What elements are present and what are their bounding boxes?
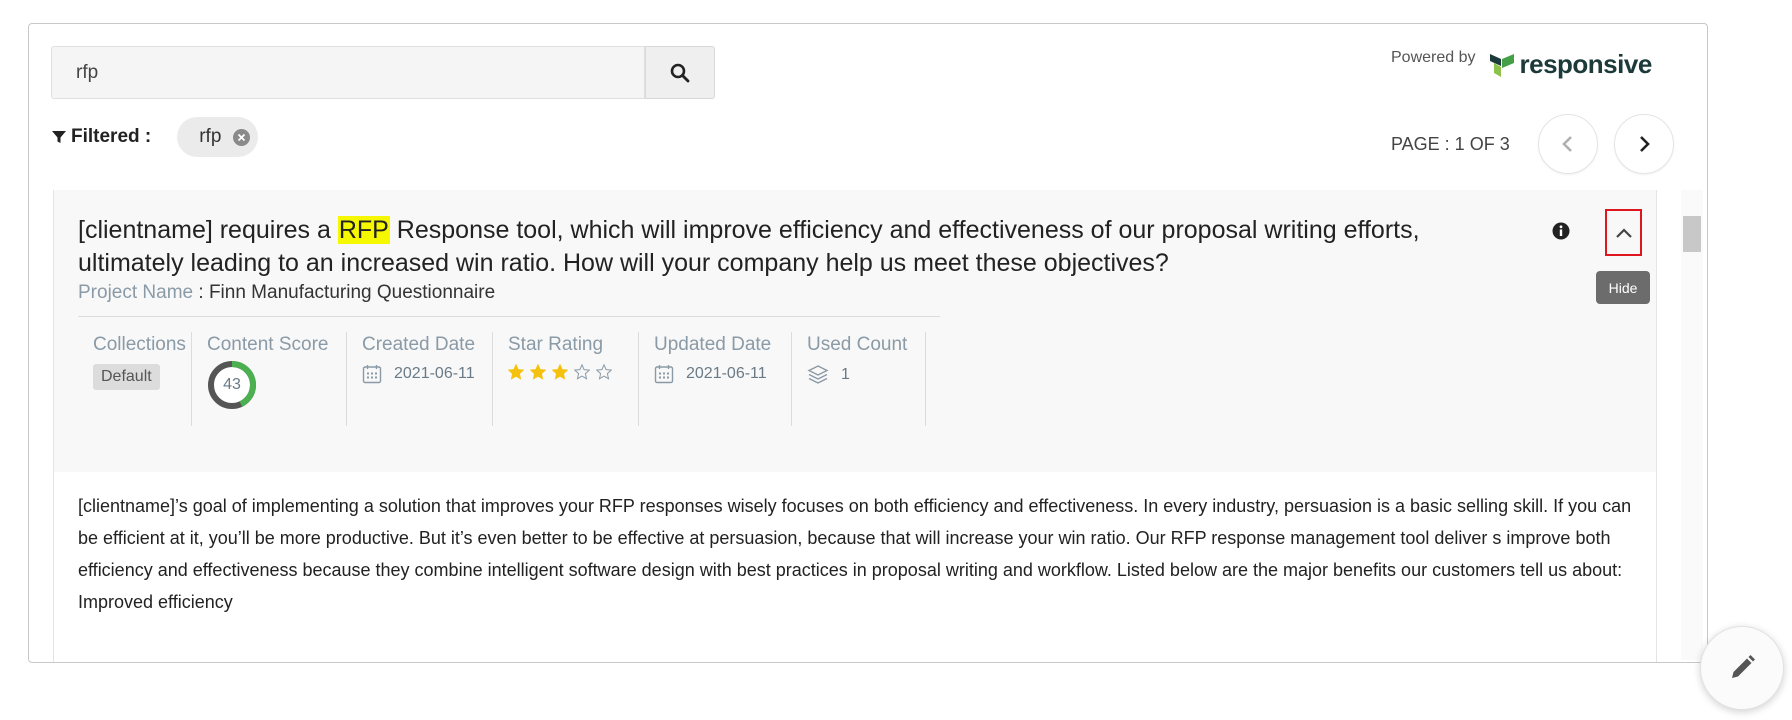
chevron-up-icon — [1615, 227, 1632, 238]
result-card: [clientname] requires a RFP Response too… — [53, 190, 1657, 662]
collections-label: Collections — [93, 334, 186, 355]
question-text: [clientname] requires a RFP Response too… — [78, 214, 1498, 280]
pencil-icon — [1732, 655, 1755, 678]
star-filled-icon[interactable] — [508, 364, 524, 380]
filter-chip-text: rfp — [199, 126, 222, 147]
edit-button[interactable] — [1700, 626, 1784, 710]
star-rating-label: Star Rating — [508, 334, 604, 355]
meta-content-score: Content Score 43 — [192, 332, 347, 426]
updated-date-value: 2021-06-11 — [686, 365, 767, 382]
pagination: PAGE : 1 OF 3 — [1391, 114, 1674, 174]
star-empty-icon[interactable] — [574, 364, 590, 380]
meta-created-date: Created Date 2021-06-11 — [347, 332, 493, 426]
answer-next-line: Improved efficiency — [78, 592, 233, 612]
filter-label-text: Filtered : — [71, 126, 152, 147]
calendar-icon — [654, 365, 674, 384]
content-score-donut: 43 — [207, 360, 257, 410]
hide-button[interactable] — [1605, 209, 1642, 256]
search-results-panel: Filtered : rfp Powered by responsive PAG… — [28, 23, 1708, 663]
search-input[interactable] — [76, 61, 620, 84]
content-score-label: Content Score — [207, 334, 329, 355]
search-button[interactable] — [645, 46, 715, 99]
filter-row: Filtered : rfp — [51, 116, 259, 158]
answer-text: [clientname]’s goal of implementing a so… — [78, 490, 1638, 618]
meta-row: Collections Default Content Score 43 Cre… — [78, 332, 926, 426]
meta-star-rating: Star Rating — [493, 332, 639, 426]
collection-badge[interactable]: Default — [93, 364, 160, 390]
chevron-right-icon — [1639, 136, 1650, 152]
star-filled-icon[interactable] — [530, 364, 546, 380]
star-rating[interactable] — [508, 364, 612, 380]
answer-paragraph: [clientname]’s goal of implementing a so… — [78, 496, 1632, 580]
content-score-value: 43 — [223, 376, 241, 393]
app-root: Filtered : rfp Powered by responsive PAG… — [0, 0, 1792, 720]
page-indicator: PAGE : 1 OF 3 — [1391, 133, 1510, 154]
question-text-start: [clientname] requires a — [78, 216, 338, 244]
search-box[interactable] — [51, 46, 645, 99]
powered-by-text: Powered by — [1391, 48, 1476, 66]
project-name-label: Project Name — [78, 282, 194, 303]
search-highlight: RFP — [337, 216, 390, 244]
next-page-button[interactable] — [1613, 114, 1674, 174]
created-date-label: Created Date — [362, 334, 476, 355]
used-count-label: Used Count — [807, 334, 908, 355]
updated-date-label: Updated Date — [654, 334, 772, 355]
filter-icon — [52, 131, 66, 143]
filter-chip: rfp — [177, 117, 259, 157]
previous-page-button[interactable] — [1537, 114, 1598, 174]
filter-label: Filtered : — [51, 126, 151, 148]
search-icon — [670, 63, 690, 82]
layers-icon — [807, 365, 829, 384]
star-filled-icon[interactable] — [552, 364, 568, 380]
remove-filter-icon[interactable] — [233, 128, 251, 146]
meta-collections: Collections Default — [78, 332, 192, 426]
results-scrollbar[interactable] — [1681, 190, 1703, 660]
meta-updated-date: Updated Date 2021-06-11 — [639, 332, 792, 426]
meta-used-count: Used Count 1 — [792, 332, 926, 426]
calendar-icon — [362, 365, 382, 384]
scrollbar-thumb[interactable] — [1683, 216, 1701, 252]
project-name: Project Name : Finn Manufacturing Questi… — [78, 282, 495, 304]
info-icon[interactable] — [1552, 222, 1570, 245]
star-empty-icon[interactable] — [596, 364, 612, 380]
responsive-logo-icon — [1489, 53, 1514, 77]
powered-by: Powered by responsive — [1391, 49, 1652, 80]
chevron-left-icon — [1561, 136, 1572, 152]
meta-divider — [78, 316, 940, 317]
created-date-value: 2021-06-11 — [394, 365, 475, 382]
hide-tooltip: Hide — [1596, 271, 1650, 304]
used-count-value: 1 — [841, 366, 850, 383]
brand-name: responsive — [1519, 49, 1653, 79]
project-name-value: : Finn Manufacturing Questionnaire — [193, 282, 496, 303]
result-card-header: [clientname] requires a RFP Response too… — [54, 190, 1656, 472]
